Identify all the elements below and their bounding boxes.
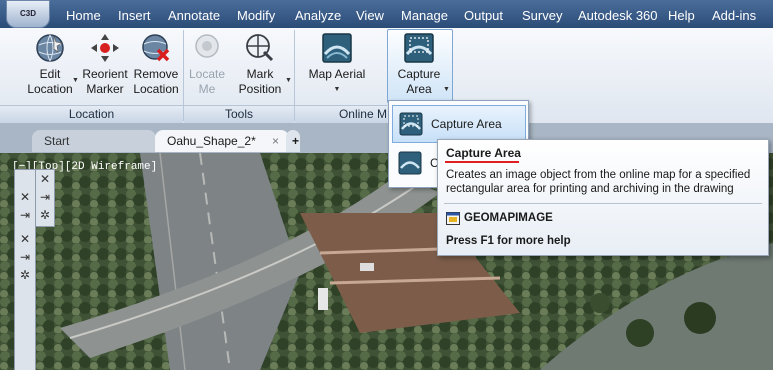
tab-start[interactable]: Start [32, 130, 156, 152]
capture-area-button[interactable]: Capture Area [388, 32, 450, 102]
autohide-icon[interactable]: ⇥ [15, 250, 35, 264]
capture-area-label: Capture Area [397, 67, 441, 96]
map-aerial-dropdown-arrow[interactable]: ▼ [302, 82, 372, 97]
reorient-marker-label: Reorient Marker [82, 67, 128, 96]
reorient-marker-button[interactable]: Reorient Marker [80, 32, 130, 102]
menu-survey[interactable]: Survey [522, 0, 562, 28]
capture-area-icon [404, 33, 434, 63]
locate-me-icon [195, 34, 219, 58]
tab-oahu-shape-2[interactable]: Oahu_Shape_2* × [155, 130, 289, 152]
menu-home[interactable]: Home [66, 0, 101, 28]
remove-location-label: Remove Location [133, 67, 179, 96]
ribbon: Edit Location ▼ Reorient Marker Remove L… [0, 28, 773, 124]
mark-position-icon [246, 34, 274, 62]
locate-me-label: Locate Me [188, 67, 226, 96]
autohide-icon[interactable]: ⇥ [36, 190, 54, 204]
edit-location-button[interactable]: Edit Location [22, 32, 78, 102]
mark-position-label: Mark Position [238, 67, 282, 96]
menu-autodesk-360[interactable]: Autodesk 360 [578, 0, 658, 28]
tab-close-icon[interactable]: × [272, 130, 279, 152]
tooltip-divider [444, 203, 762, 204]
new-tab-button[interactable]: + [286, 130, 300, 152]
tool-palette-right: ✕ ⇥ ✲ [35, 169, 55, 227]
close-icon[interactable]: ✕ [15, 190, 35, 204]
map-aerial-icon [322, 33, 352, 63]
map-image-icon [398, 151, 422, 175]
menu-analyze[interactable]: Analyze [295, 0, 341, 28]
tooltip-help-hint: Press F1 for more help [446, 235, 571, 247]
settings-icon[interactable]: ✲ [15, 268, 35, 282]
menu-manage[interactable]: Manage [401, 0, 448, 28]
remove-location-icon [142, 34, 170, 62]
close-icon[interactable]: ✕ [15, 232, 35, 246]
menu-add-ins[interactable]: Add-ins [712, 0, 756, 28]
menu-modify[interactable]: Modify [237, 0, 275, 28]
plus-icon: + [292, 134, 300, 148]
app-badge: C3D [19, 9, 36, 18]
reorient-marker-icon [91, 34, 119, 62]
edit-location-dropdown-arrow[interactable]: ▼ [72, 77, 79, 84]
settings-icon[interactable]: ✲ [36, 208, 54, 222]
panel-label-online-map: Online M [295, 105, 387, 123]
command-icon [446, 212, 460, 225]
menu-output[interactable]: Output [464, 0, 503, 28]
map-aerial-label: Map Aerial [308, 67, 366, 81]
dropdown-item-label: Capture Area [431, 117, 502, 131]
menu-insert[interactable]: Insert [118, 0, 151, 28]
capture-area-tooltip: Capture Area Creates an image object fro… [437, 139, 769, 256]
mark-position-button[interactable]: Mark Position [234, 32, 286, 102]
tooltip-command-name: GEOMAPIMAGE [464, 212, 553, 224]
panel-label-tools: Tools [184, 105, 294, 123]
capture-area-icon [399, 112, 423, 136]
panel-label-location: Location [0, 105, 183, 123]
menu-help[interactable]: Help [668, 0, 695, 28]
autohide-icon[interactable]: ⇥ [15, 208, 35, 222]
mark-position-dropdown-arrow[interactable]: ▼ [285, 77, 292, 84]
remove-location-button[interactable]: Remove Location [131, 32, 181, 102]
map-aerial-button[interactable]: Map Aerial ▼ [302, 32, 372, 102]
tab-oahu-label: Oahu_Shape_2* [167, 134, 256, 148]
tooltip-description: Creates an image object from the online … [446, 169, 751, 195]
menu-bar: C3D Home Insert Annotate Modify Analyze … [0, 0, 773, 28]
edit-location-label: Edit Location [27, 67, 73, 96]
globe-icon [36, 34, 64, 62]
menu-annotate[interactable]: Annotate [168, 0, 220, 28]
dropdown-item-capture-area[interactable]: Capture Area [392, 105, 526, 143]
tooltip-title: Capture Area [446, 146, 521, 160]
close-icon[interactable]: ✕ [36, 172, 54, 186]
capture-area-dropdown-arrow[interactable]: ▼ [443, 86, 450, 93]
application-menu-button[interactable]: C3D [6, 0, 50, 28]
menu-view[interactable]: View [356, 0, 384, 28]
tab-start-label: Start [44, 134, 70, 148]
locate-me-button[interactable]: Locate Me [185, 32, 229, 102]
tooltip-title-underline [445, 161, 519, 163]
tool-palette-left: ✕ ⇥ ✕ ⇥ ✲ [14, 169, 36, 370]
